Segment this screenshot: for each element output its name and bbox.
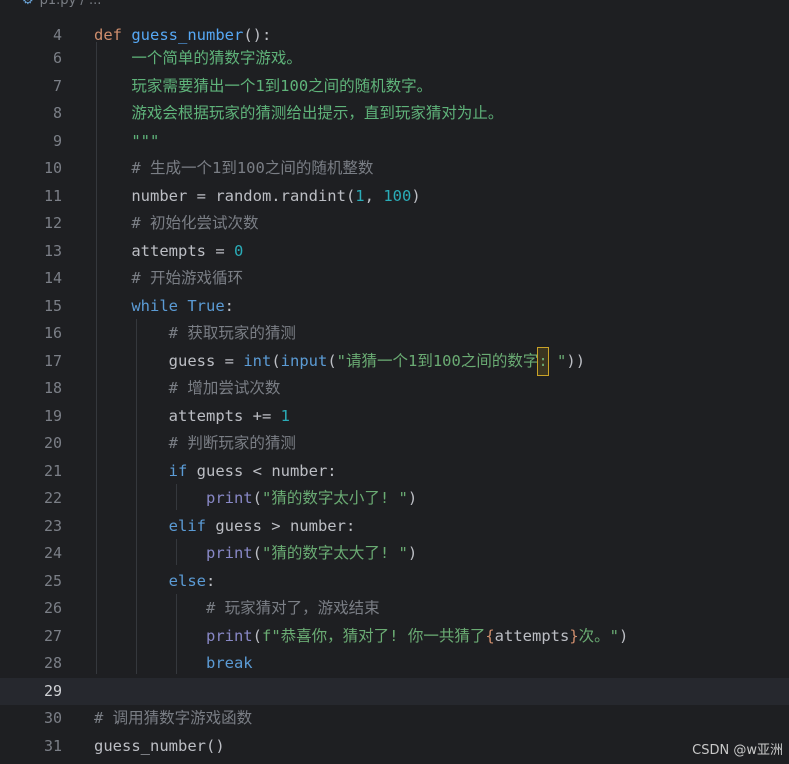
code-line[interactable]: 12 # 初始化尝试次数 (0, 210, 789, 238)
code-line[interactable]: 10 # 生成一个1到100之间的随机整数 (0, 155, 789, 183)
code-line[interactable]: 20 # 判断玩家的猜测 (0, 430, 789, 458)
breadcrumb-bar: ⚙ p1.py / ... (0, 0, 789, 22)
line-number: 7 (52, 76, 62, 95)
code-line[interactable]: 9 """ (0, 128, 789, 156)
line-code: attempts += 1 (168, 406, 290, 425)
code-line[interactable]: 23 elif guess > number: (0, 513, 789, 541)
text-cursor-highlight: : (537, 346, 549, 376)
line-number: 8 (52, 104, 62, 122)
code-line[interactable]: 28 break (0, 650, 789, 678)
line-code: guess = int(input("请猜一个1到100之间的数字: ")) (94, 346, 585, 376)
line-code: guess_number() (94, 736, 225, 755)
line-code: """ (94, 131, 160, 150)
line-code: # 判断玩家的猜测 (94, 434, 296, 452)
code-line[interactable]: 22 print("猜的数字太小了! ") (0, 485, 789, 513)
line-code: # 调用猜数字游戏函数 (94, 709, 253, 727)
line-code: number = random.randint(1, 100) (131, 186, 421, 205)
line-code: break (205, 654, 253, 672)
line-number: 26 (43, 599, 62, 617)
code-line[interactable]: 21 if guess < number: (0, 458, 789, 486)
code-line[interactable]: 31 guess_number() (0, 733, 789, 761)
line-code: 一个简单的猜数字游戏。 (94, 49, 302, 67)
line-number: 14 (43, 269, 62, 287)
breadcrumb-rest[interactable]: ... (89, 0, 101, 8)
line-number: 13 (43, 241, 62, 260)
line-number: 12 (43, 214, 62, 232)
python-file-icon: ⚙ (22, 0, 34, 8)
code-line[interactable]: 8 游戏会根据玩家的猜测给出提示，直到玩家猜对为止。 (0, 100, 789, 128)
line-number: 30 (43, 709, 62, 727)
code-line[interactable]: 30 # 调用猜数字游戏函数 (0, 705, 789, 733)
line-code: print("猜的数字太大了! ") (205, 544, 418, 562)
line-code: print("猜的数字太小了! ") (205, 489, 418, 507)
line-code: else: (168, 571, 216, 590)
line-number: 31 (43, 736, 62, 755)
line-number: 22 (43, 489, 62, 507)
line-code: # 初始化尝试次数 (94, 214, 259, 232)
line-code: # 开始游戏循环 (94, 269, 243, 287)
line-number: 15 (43, 296, 62, 315)
code-line[interactable]: 16 # 获取玩家的猜测 (0, 320, 789, 348)
line-code: print(f"恭喜你，猜对了! 你一共猜了{attempts}次。") (205, 626, 629, 645)
code-line[interactable]: 19 attempts += 1 (0, 403, 789, 431)
line-number: 20 (43, 434, 62, 452)
line-number: 29 (43, 681, 62, 700)
code-line[interactable]: 26 # 玩家猜对了，游戏结束 (0, 595, 789, 623)
line-code: 玩家需要猜出一个1到100之间的随机数字。 (94, 76, 433, 95)
code-line[interactable]: 24 print("猜的数字太大了! ") (0, 540, 789, 568)
code-line[interactable]: 15 while True: (0, 293, 789, 321)
line-number: 17 (43, 351, 62, 370)
line-number: 19 (43, 406, 62, 425)
line-number: 18 (43, 379, 62, 397)
line-code: elif guess > number: (168, 516, 356, 535)
line-code: # 获取玩家的猜测 (94, 324, 296, 342)
line-number: 11 (43, 186, 62, 205)
line-code: while True: (131, 296, 235, 315)
line-code: 游戏会根据玩家的猜测给出提示，直到玩家猜对为止。 (94, 104, 504, 122)
code-line-current[interactable]: 29 (0, 677, 789, 705)
line-number: 27 (43, 626, 62, 645)
line-code: # 玩家猜对了，游戏结束 (94, 599, 380, 617)
line-number: 24 (43, 544, 62, 562)
code-editor[interactable]: 4 def guess_number(): 6 一个简单的猜数字游戏。 7 玩家… (0, 22, 789, 764)
code-line[interactable]: 14 # 开始游戏循环 (0, 265, 789, 293)
breadcrumb-file[interactable]: p1.py (40, 0, 77, 8)
line-number: 28 (43, 654, 62, 672)
line-code: if guess < number: (168, 461, 337, 480)
code-line[interactable]: 13 attempts = 0 (0, 238, 789, 266)
line-number: 25 (43, 571, 62, 590)
line-number: 21 (43, 461, 62, 480)
breadcrumb[interactable]: ⚙ p1.py / ... (22, 0, 101, 8)
code-line[interactable]: 27 print(f"恭喜你，猜对了! 你一共猜了{attempts}次。") (0, 623, 789, 651)
breadcrumb-separator: / (80, 0, 85, 8)
line-number: 16 (43, 324, 62, 342)
line-code: # 增加尝试次数 (94, 379, 281, 397)
line-number: 10 (43, 159, 62, 177)
line-code: attempts = 0 (131, 241, 244, 260)
code-line[interactable]: 17 guess = int(input("请猜一个1到100之间的数字: ")… (0, 346, 789, 376)
code-line[interactable]: 6 一个简单的猜数字游戏。 (0, 45, 789, 73)
line-code: # 生成一个1到100之间的随机整数 (94, 159, 374, 177)
code-line[interactable]: 25 else: (0, 568, 789, 596)
line-number: 23 (43, 516, 62, 535)
line-number: 6 (52, 49, 62, 67)
code-line[interactable]: 18 # 增加尝试次数 (0, 375, 789, 403)
csdn-watermark: CSDN @w亚洲 (692, 743, 783, 758)
code-line[interactable]: 11 number = random.randint(1, 100) (0, 183, 789, 211)
line-number: 9 (52, 131, 62, 150)
code-line[interactable]: 7 玩家需要猜出一个1到100之间的随机数字。 (0, 73, 789, 101)
